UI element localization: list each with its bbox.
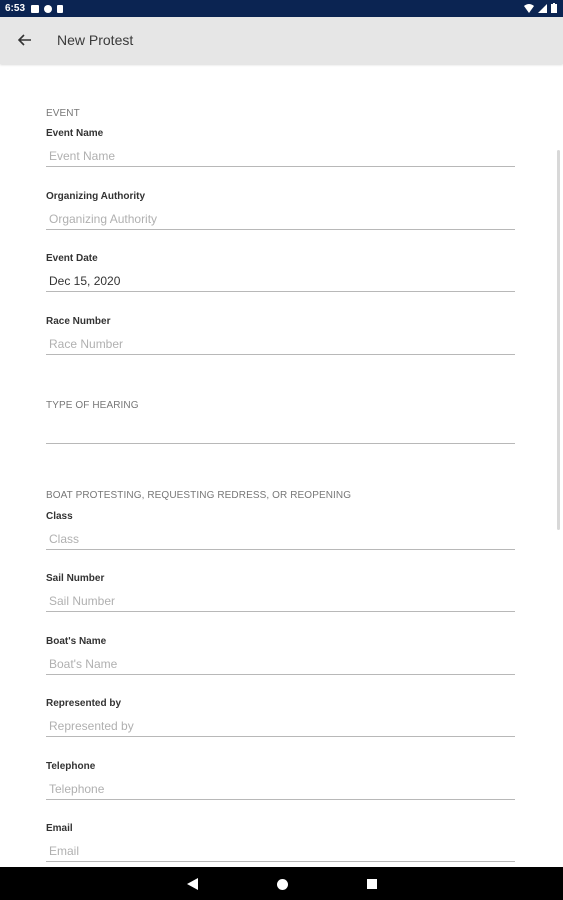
telephone-input[interactable] [46,778,515,800]
race-number-input[interactable] [46,333,515,355]
navigation-bar [0,867,563,900]
event-name-input[interactable] [46,145,515,167]
organizing-authority-label: Organizing Authority [46,191,146,202]
notification-icon [44,4,53,13]
telephone-label: Telephone [46,761,96,772]
nav-home-button[interactable] [275,877,289,891]
event-date-label: Event Date [46,253,98,264]
nav-recents-button[interactable] [365,877,379,891]
notification-icon [31,4,40,13]
boats-name-input[interactable] [46,653,515,675]
sim-card-icon [57,4,64,13]
email-input[interactable] [46,840,515,862]
represented-by-label: Represented by [46,698,122,709]
type-of-hearing-input[interactable] [46,422,515,444]
wifi-icon [524,3,534,13]
battery-icon [551,3,557,13]
system-icons [524,3,557,13]
boats-name-label: Boat's Name [46,636,107,647]
section-boat-protesting: BOAT PROTESTING, REQUESTING REDRESS, OR … [46,490,352,501]
triangle-back-icon [186,878,198,890]
scrollbar[interactable] [557,150,560,530]
class-input[interactable] [46,528,515,550]
square-recents-icon [367,879,377,889]
event-date-input[interactable] [46,270,515,292]
back-button[interactable] [14,29,36,51]
status-bar: 6:53 [0,0,563,17]
section-event: EVENT [46,108,80,119]
race-number-label: Race Number [46,316,111,327]
protest-form: EVENT Event Name Organizing Authority Ev… [0,64,563,867]
represented-by-input[interactable] [46,715,515,737]
notification-icons [31,4,64,13]
arrow-left-icon [18,34,31,46]
status-time: 6:53 [5,3,26,14]
event-name-label: Event Name [46,128,104,139]
circle-home-icon [276,878,288,890]
section-type-of-hearing: TYPE OF HEARING [46,400,139,411]
email-label: Email [46,823,73,834]
class-label: Class [46,511,73,522]
sail-number-label: Sail Number [46,573,105,584]
app-bar: New Protest [0,17,563,64]
sail-number-input[interactable] [46,590,515,612]
page-title: New Protest [57,32,134,48]
signal-icon [538,3,547,13]
nav-back-button[interactable] [185,877,199,891]
organizing-authority-input[interactable] [46,208,515,230]
